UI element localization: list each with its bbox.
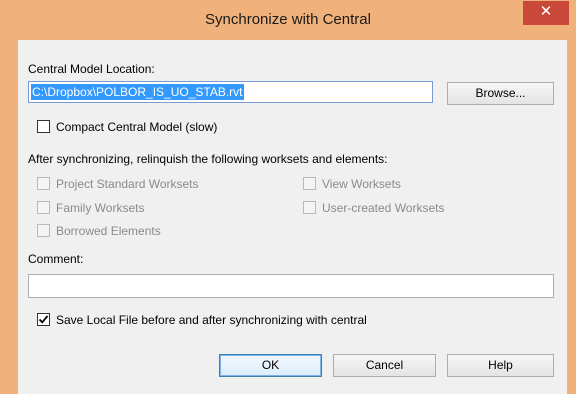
dialog-body: Central Model Location: C:\Dropbox\POLBO… <box>18 40 567 394</box>
help-button[interactable]: Help <box>447 354 554 377</box>
save-local-label: Save Local File before and after synchro… <box>56 313 367 327</box>
save-local-checkbox[interactable] <box>37 313 50 326</box>
compact-central-checkbox[interactable] <box>37 120 50 133</box>
central-model-location-label: Central Model Location: <box>28 62 155 76</box>
relinquish-label: After synchronizing, relinquish the foll… <box>28 152 388 166</box>
view-worksets-checkbox[interactable] <box>303 177 316 190</box>
view-worksets-label: View Worksets <box>322 177 401 191</box>
family-worksets-checkbox[interactable] <box>37 201 50 214</box>
project-standard-worksets-label: Project Standard Worksets <box>56 177 199 191</box>
borrowed-elements-checkbox[interactable] <box>37 224 50 237</box>
central-model-path-value: C:\Dropbox\POLBOR_IS_UO_STAB.rvt <box>31 84 244 100</box>
user-created-worksets-checkbox[interactable] <box>303 201 316 214</box>
borrowed-elements-label: Borrowed Elements <box>56 224 161 238</box>
family-worksets-label: Family Worksets <box>56 201 145 215</box>
project-standard-worksets-checkbox[interactable] <box>37 177 50 190</box>
browse-button[interactable]: Browse... <box>447 82 554 105</box>
ok-button[interactable]: OK <box>219 354 322 377</box>
comment-label: Comment: <box>28 252 84 266</box>
user-created-worksets-label: User-created Worksets <box>322 201 445 215</box>
close-icon: ✕ <box>539 3 553 20</box>
dialog-window: Synchronize with Central ✕ Central Model… <box>0 0 576 394</box>
dialog-title: Synchronize with Central <box>205 11 371 28</box>
compact-central-label: Compact Central Model (slow) <box>56 120 218 134</box>
close-button[interactable]: ✕ <box>523 1 569 25</box>
title-bar[interactable]: Synchronize with Central ✕ <box>0 0 576 40</box>
central-model-path-input[interactable]: C:\Dropbox\POLBOR_IS_UO_STAB.rvt <box>28 81 433 103</box>
checkmark-icon <box>38 315 49 324</box>
cancel-button[interactable]: Cancel <box>333 354 436 377</box>
comment-input[interactable] <box>28 274 554 298</box>
